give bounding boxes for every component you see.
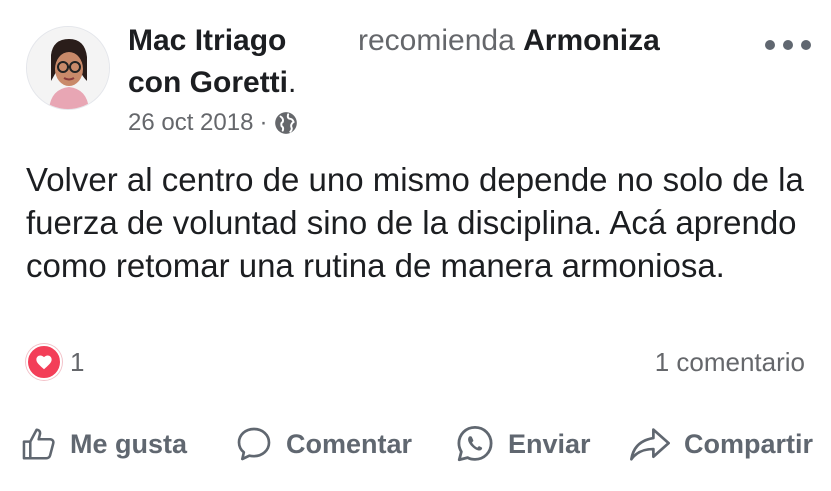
- action-bar: Me gusta Comentar Enviar Compartir: [0, 418, 831, 470]
- share-arrow-icon: [630, 428, 670, 461]
- author-dot: .: [288, 66, 297, 99]
- author-name[interactable]: Mac Itriago con Goretti.: [128, 20, 313, 104]
- post-meta: 26 oct 2018 ·: [128, 106, 299, 140]
- recommendation-line: recomienda Armoniza: [358, 20, 660, 62]
- share-button[interactable]: Compartir: [628, 418, 813, 470]
- comment-bubble-icon: [237, 427, 271, 461]
- post-body-text: Volver al centro de uno mismo depende no…: [26, 161, 804, 284]
- comment-button[interactable]: Comentar: [234, 418, 412, 470]
- comments-count-link[interactable]: 1 comentario: [655, 343, 805, 381]
- thumbs-up-icon: [22, 428, 55, 460]
- like-button[interactable]: Me gusta: [20, 418, 187, 470]
- heart-glyph: [36, 355, 52, 370]
- more-dot: [801, 40, 811, 50]
- avatar-illustration: [27, 27, 109, 109]
- author-name-line2[interactable]: con Goretti: [128, 66, 288, 99]
- globe-icon[interactable]: [273, 110, 299, 136]
- more-dot: [765, 40, 775, 50]
- recommends-label: recomienda: [358, 24, 515, 57]
- comment-label: Comentar: [286, 428, 413, 459]
- more-options-icon[interactable]: [765, 30, 811, 60]
- author-name-line1[interactable]: Mac Itriago: [128, 24, 286, 57]
- heart-icon: [26, 344, 62, 380]
- send-label: Enviar: [508, 428, 591, 459]
- meta-separator: ·: [259, 109, 268, 136]
- page-name-link[interactable]: Armoniza: [523, 24, 660, 57]
- send-button[interactable]: Enviar: [454, 418, 591, 470]
- like-label: Me gusta: [70, 428, 188, 459]
- post-date[interactable]: 26 oct 2018: [128, 106, 253, 140]
- author-avatar[interactable]: [26, 26, 110, 110]
- more-dot: [783, 40, 793, 50]
- reaction-count: 1: [70, 346, 85, 377]
- share-label: Compartir: [684, 428, 814, 459]
- whatsapp-icon: [457, 425, 493, 462]
- post-card: Mac Itriago con Goretti. recomienda Armo…: [0, 0, 831, 491]
- reactions-summary[interactable]: 1: [26, 343, 84, 381]
